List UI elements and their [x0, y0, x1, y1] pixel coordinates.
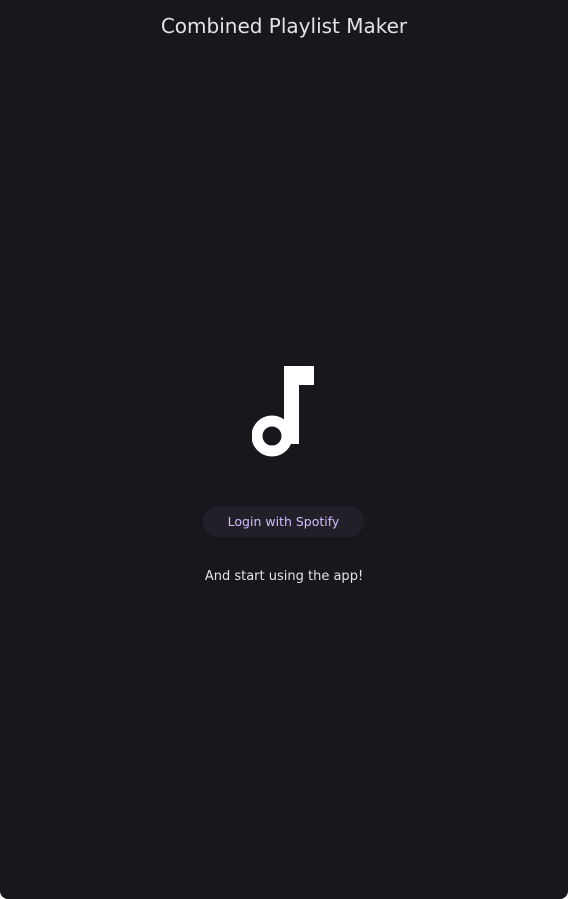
login-with-spotify-button[interactable]: Login with Spotify: [203, 506, 364, 537]
subtitle: And start using the app!: [204, 569, 364, 584]
music-note-icon: [252, 366, 314, 457]
app-window: Combined Playlist Maker Login with Spoti…: [0, 0, 568, 899]
app-title: Combined Playlist Maker: [160, 14, 408, 38]
